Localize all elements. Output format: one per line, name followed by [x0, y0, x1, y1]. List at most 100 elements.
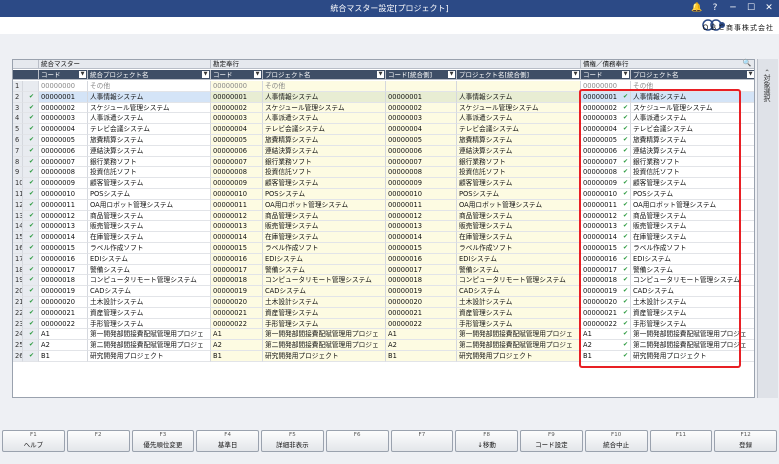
code-saiken[interactable]: 00000008 ✔: [581, 167, 631, 179]
name-integrated[interactable]: 土木設計システム: [88, 297, 211, 308]
name-kanjo-integrated[interactable]: 第二開発部間接費配賦管理用プロジェ: [457, 340, 581, 351]
name-saiken[interactable]: POSシステム: [631, 189, 754, 200]
name-integrated[interactable]: 在庫管理システム: [88, 232, 211, 243]
code-kanjo-integrated[interactable]: 00000013: [386, 221, 457, 233]
table-row[interactable]: 3 ✔ 00000002 スケジュール管理システム 00000002 スケジュール管理シス…: [13, 102, 754, 114]
name-kanjo-integrated[interactable]: ラベル作成ソフト: [457, 243, 581, 254]
name-integrated[interactable]: 資産管理システム: [88, 307, 211, 319]
name-kanjo[interactable]: 連結決算システム: [263, 145, 386, 157]
code-kanjo-integrated[interactable]: 00000019: [386, 286, 457, 297]
name-saiken[interactable]: スケジュール管理システム: [631, 102, 754, 114]
name-integrated[interactable]: 研究開発用プロジェクト: [88, 351, 211, 362]
code-saiken[interactable]: 00000021 ✔: [581, 307, 631, 319]
name-integrated[interactable]: コンピュータリモート管理システム: [88, 275, 211, 287]
dropdown-icon[interactable]: ▼: [254, 71, 261, 78]
name-integrated[interactable]: 商品管理システム: [88, 210, 211, 222]
code-integrated[interactable]: 00000012: [39, 210, 88, 222]
code-integrated[interactable]: 00000015: [39, 243, 88, 254]
name-kanjo[interactable]: 商品管理システム: [263, 210, 386, 222]
code-kanjo-integrated[interactable]: 00000020: [386, 297, 457, 308]
name-saiken[interactable]: 販売管理システム: [631, 221, 754, 233]
code-kanjo-integrated[interactable]: 00000014: [386, 232, 457, 243]
name-integrated[interactable]: テレビ会議システム: [88, 124, 211, 135]
name-integrated[interactable]: 第一開発部間接費配賦管理用プロジェ: [88, 329, 211, 341]
code-kanjo-integrated[interactable]: 00000005: [386, 135, 457, 146]
dropdown-icon[interactable]: ▼: [622, 71, 629, 78]
code-saiken[interactable]: 00000014 ✔: [581, 232, 631, 243]
code-kanjo-integrated[interactable]: 00000001: [386, 91, 457, 103]
name-saiken[interactable]: 顧客管理システム: [631, 178, 754, 189]
code-kanjo[interactable]: 00000001: [211, 91, 263, 103]
code-integrated[interactable]: 00000001: [39, 91, 88, 103]
name-kanjo[interactable]: テレビ会議システム: [263, 124, 386, 135]
code-kanjo[interactable]: A1: [211, 329, 263, 341]
fkey-f5-button[interactable]: F5 詳細非表示: [261, 430, 324, 452]
name-saiken[interactable]: 投資信託ソフト: [631, 167, 754, 179]
code-saiken[interactable]: A1 ✔: [581, 329, 631, 341]
name-kanjo[interactable]: スケジュール管理システム: [263, 102, 386, 114]
table-row[interactable]: 1 00000000 その他 00000000 その他 00000000 その他: [13, 81, 754, 92]
table-row[interactable]: 5 ✔ 00000004 テレビ会議システム 00000004 テレビ会議システム 0000…: [13, 124, 754, 135]
name-kanjo[interactable]: 人事情報システム: [263, 91, 386, 103]
name-kanjo[interactable]: 販売管理システム: [263, 221, 386, 233]
code-saiken[interactable]: 00000002 ✔: [581, 102, 631, 114]
name-kanjo-integrated[interactable]: 連結決算システム: [457, 145, 581, 157]
name-kanjo-integrated[interactable]: テレビ会議システム: [457, 124, 581, 135]
code-kanjo[interactable]: 00000007: [211, 156, 263, 168]
table-row[interactable]: 26 ✔ B1 研究開発用プロジェクト B1 研究開発用プロジェクト B1 研究開発用プロジェ…: [13, 351, 754, 362]
table-row[interactable]: 14 ✔ 00000013 販売管理システム 00000013 販売管理システム 00000…: [13, 221, 754, 233]
code-kanjo[interactable]: 00000019: [211, 286, 263, 297]
bell-icon[interactable]: 🔔: [691, 2, 703, 14]
name-kanjo-integrated[interactable]: 第一開発部間接費配賦管理用プロジェ: [457, 329, 581, 341]
name-kanjo-integrated[interactable]: 土木設計システム: [457, 297, 581, 308]
name-kanjo[interactable]: その他: [263, 81, 386, 92]
code-kanjo[interactable]: 00000015: [211, 243, 263, 254]
col-code-integrated[interactable]: コード ▼: [39, 70, 88, 80]
name-kanjo-integrated[interactable]: 在庫管理システム: [457, 232, 581, 243]
code-kanjo-integrated[interactable]: A2: [386, 340, 457, 351]
maximize-icon[interactable]: ☐: [745, 2, 757, 14]
code-integrated[interactable]: 00000016: [39, 253, 88, 265]
name-kanjo-integrated[interactable]: 銀行業務ソフト: [457, 156, 581, 168]
name-kanjo-integrated[interactable]: 資産管理システム: [457, 307, 581, 319]
col-name-integrated[interactable]: 統合プロジェクト名 ▼: [88, 70, 211, 80]
name-integrated[interactable]: POSシステム: [88, 189, 211, 200]
fkey-f11-button[interactable]: F11: [649, 430, 713, 452]
code-kanjo[interactable]: 00000008: [211, 167, 263, 179]
mapping-grid[interactable]: 統合マスター 勘定奉行 債権／債務奉行 コード ▼ 統合プロジェクト名 ▼ コード ▼…: [12, 59, 755, 398]
table-row[interactable]: 2 ✔ 00000001 人事情報システム 00000001 人事情報システム 000000…: [13, 91, 754, 103]
code-kanjo[interactable]: 00000004: [211, 124, 263, 135]
name-kanjo[interactable]: 第一開発部間接費配賦管理用プロジェ: [263, 329, 386, 341]
code-saiken[interactable]: 00000003 ✔: [581, 113, 631, 125]
code-saiken[interactable]: 00000001 ✔: [581, 91, 631, 103]
help-icon[interactable]: ?: [709, 2, 721, 14]
code-kanjo-integrated[interactable]: [386, 81, 457, 92]
code-saiken[interactable]: 00000015 ✔: [581, 243, 631, 254]
code-saiken[interactable]: 00000016 ✔: [581, 253, 631, 265]
code-integrated[interactable]: 00000014: [39, 232, 88, 243]
table-row[interactable]: 10 ✔ 00000009 顧客管理システム 00000009 顧客管理システム 00000…: [13, 178, 754, 189]
table-row[interactable]: 7 ✔ 00000006 連結決算システム 00000006 連結決算システム 000000…: [13, 145, 754, 157]
name-saiken[interactable]: 警備システム: [631, 264, 754, 276]
dropdown-icon[interactable]: ▼: [747, 71, 754, 78]
code-kanjo[interactable]: 00000017: [211, 264, 263, 276]
name-integrated[interactable]: 人事情報システム: [88, 91, 211, 103]
fkey-f12-button[interactable]: F12 登録: [714, 430, 777, 452]
name-kanjo-integrated[interactable]: 投資信託ソフト: [457, 167, 581, 179]
code-kanjo-integrated[interactable]: 00000003: [386, 113, 457, 125]
table-row[interactable]: 24 ✔ A1 第一開発部間接費配賦管理用プロジェ A1 第一開発部間接費配賦管理用プロジ…: [13, 329, 754, 341]
name-saiken[interactable]: 連結決算システム: [631, 145, 754, 157]
code-saiken[interactable]: 00000020 ✔: [581, 297, 631, 308]
code-kanjo[interactable]: 00000003: [211, 113, 263, 125]
name-kanjo-integrated[interactable]: 研究開発用プロジェクト: [457, 351, 581, 362]
code-kanjo-integrated[interactable]: 00000017: [386, 264, 457, 276]
code-saiken[interactable]: 00000011 ✔: [581, 199, 631, 211]
table-row[interactable]: 12 ✔ 00000011 OA用ロボット管理システム 00000011 OA用ロボット管…: [13, 199, 754, 211]
code-kanjo-integrated[interactable]: 00000011: [386, 199, 457, 211]
code-integrated[interactable]: 00000017: [39, 264, 88, 276]
target-select-tab[interactable]: ‹ 対象選択: [757, 59, 778, 398]
name-saiken[interactable]: コンピュータリモート管理システム: [631, 275, 754, 287]
code-kanjo-integrated[interactable]: 00000006: [386, 145, 457, 157]
name-saiken[interactable]: 在庫管理システム: [631, 232, 754, 243]
code-kanjo-integrated[interactable]: 00000016: [386, 253, 457, 265]
